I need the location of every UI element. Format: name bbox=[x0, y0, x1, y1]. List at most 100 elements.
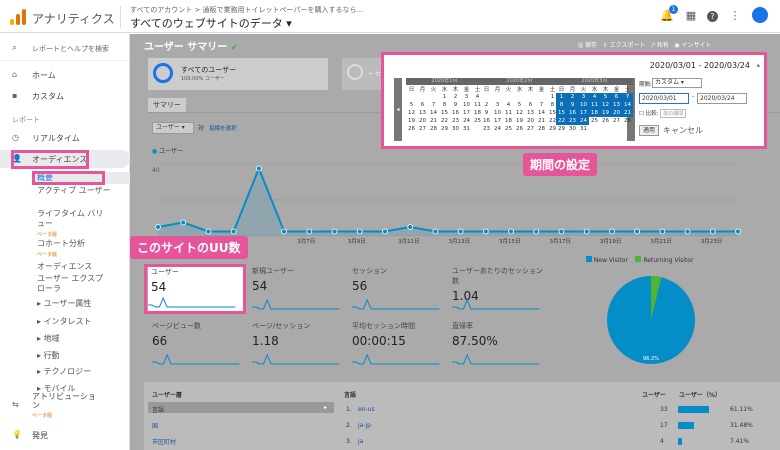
language-link[interactable]: ja-jp bbox=[358, 422, 371, 429]
x-tick-label: 3月13日 bbox=[448, 239, 471, 245]
pie-legend-new: New Visitor bbox=[586, 256, 628, 264]
col-demographics-header: ユーザー層 bbox=[152, 392, 182, 399]
x-tick-label: 3月23日 bbox=[700, 239, 723, 245]
sparkline-line bbox=[452, 298, 540, 310]
search-reports-input[interactable]: レポートとヘルプを検索 bbox=[32, 44, 109, 54]
metric-sparkline bbox=[352, 298, 440, 310]
row-index: 1. bbox=[346, 406, 352, 413]
sidebar-sub-active-users[interactable]: アクティブ ユーザー bbox=[37, 186, 111, 196]
save-button[interactable]: 🖫 保存 bbox=[578, 42, 597, 49]
x-tick-label: 3月19日 bbox=[599, 239, 622, 245]
insights-button[interactable]: ◉ インサイト bbox=[674, 42, 711, 49]
row-pct: 31.48% bbox=[730, 422, 753, 429]
language-link[interactable]: ja bbox=[358, 438, 363, 445]
sidebar-sub-interests[interactable]: ▸ インタレスト bbox=[37, 317, 92, 327]
sidebar-sub-behavior[interactable]: ▸ 行動 bbox=[37, 351, 60, 361]
pie-slice-label: 96.2% bbox=[643, 356, 659, 362]
x-tick-label: 3月9日 bbox=[347, 239, 366, 245]
account-breadcrumb[interactable]: すべてのアカウント > 通販で業務用トイレットペーパーを購入するなら... bbox=[130, 5, 363, 15]
metric-card[interactable]: 平均セッション時間 00:00:15 bbox=[352, 321, 448, 369]
pct-bar bbox=[678, 422, 694, 429]
sparkline-line bbox=[252, 353, 340, 365]
data-point bbox=[155, 224, 161, 230]
data-point bbox=[281, 228, 287, 235]
data-point bbox=[735, 228, 741, 235]
lightbulb-icon: 💡 bbox=[12, 430, 22, 439]
annotation-period-setting: 期間の設定 bbox=[523, 153, 598, 176]
avatar[interactable] bbox=[752, 7, 768, 23]
demographic-country[interactable]: 国 bbox=[152, 421, 158, 430]
app-name: アナリティクス bbox=[32, 12, 115, 26]
segment-pct: 100.00% ユーザー bbox=[181, 76, 225, 82]
segment-card[interactable]: すべてのユーザー 100.00% ユーザー bbox=[148, 58, 328, 90]
demographic-city[interactable]: 市区町村 bbox=[152, 437, 176, 446]
export-button[interactable]: ⇩ エクスポート bbox=[603, 42, 646, 49]
data-point bbox=[508, 228, 514, 235]
data-point bbox=[709, 228, 716, 235]
metric-label: ページ/セッション bbox=[252, 322, 311, 330]
data-point bbox=[432, 228, 439, 235]
top-bar: アナリティクス すべてのアカウント > 通販で業務用トイレットペーパーを購入する… bbox=[0, 0, 780, 33]
vs-label: 対 bbox=[198, 125, 205, 132]
attribution-icon: ⇆ bbox=[12, 400, 19, 409]
sidebar-sub-user-explorer[interactable]: ユーザー エクスプ ローラ bbox=[37, 274, 103, 294]
row-pct: 7.41% bbox=[730, 438, 750, 445]
metric-label: ユーザーあたりのセッション数 bbox=[452, 267, 543, 285]
data-point bbox=[255, 165, 262, 172]
metric-value: 56 bbox=[352, 279, 368, 293]
segment-circle-icon bbox=[153, 63, 173, 83]
language-link[interactable]: en-us bbox=[358, 406, 375, 413]
row-index: 3. bbox=[346, 438, 352, 445]
metric-card[interactable]: 直帰率 87.50% bbox=[452, 321, 548, 369]
x-tick-label: 3月15日 bbox=[499, 239, 521, 245]
data-point bbox=[659, 228, 666, 235]
metric-card[interactable]: ユーザーあたりのセッション数 1.04 bbox=[452, 266, 548, 314]
grid-icon: ▪ bbox=[12, 91, 18, 100]
choose-metric-link[interactable]: 指標を選択 bbox=[209, 124, 237, 132]
metric-card[interactable]: ページビュー数 66 bbox=[152, 321, 248, 369]
data-point bbox=[180, 219, 187, 226]
sidebar-sub-audiences[interactable]: オーディエンス bbox=[37, 262, 92, 272]
audience-highlight-box bbox=[11, 150, 89, 169]
pie-legend: New Visitor Returning Visitor bbox=[586, 256, 693, 264]
metric-card[interactable]: セッション 56 bbox=[352, 266, 448, 314]
toolbar: 🖫 保存 ⇩ エクスポート ⤤ 共有 ◉ インサイト bbox=[578, 40, 712, 51]
row-users: 17 bbox=[660, 422, 668, 429]
demographic-language[interactable]: 言語 bbox=[152, 405, 164, 414]
overview-highlight-box bbox=[32, 171, 105, 185]
tab-summary[interactable]: サマリー bbox=[148, 98, 186, 112]
search-icon: ⌕ bbox=[12, 43, 18, 53]
metric-value: 1.18 bbox=[252, 334, 279, 348]
data-point bbox=[205, 228, 212, 235]
date-panel-highlight-box bbox=[381, 52, 767, 149]
col-language-header: 言語 bbox=[344, 392, 357, 399]
data-point bbox=[331, 228, 338, 235]
metric-card[interactable]: 新規ユーザー 54 bbox=[252, 266, 348, 314]
metric-label: ページビュー数 bbox=[152, 322, 201, 330]
row-users: 33 bbox=[660, 406, 668, 413]
sidebar-sub-user-attributes[interactable]: ▸ ユーザー属性 bbox=[37, 299, 91, 309]
home-icon: ⌂ bbox=[12, 70, 18, 79]
metric-card[interactable]: ページ/セッション 1.18 bbox=[252, 321, 348, 369]
share-button[interactable]: ⤤ 共有 bbox=[651, 42, 668, 49]
property-selector[interactable]: すべてのウェブサイトのデータ ▾ bbox=[130, 15, 292, 31]
sidebar-sub-technology[interactable]: ▸ テクノロジー bbox=[37, 367, 91, 377]
apps-grid-icon[interactable]: ▦ bbox=[684, 9, 698, 23]
sidebar-sub-cohort[interactable]: コホート分析 ベータ版 bbox=[37, 239, 85, 260]
sidebar: ⌕ レポートとヘルプを検索 ⌂ ホーム ▪ カスタム レポート ◷ リアルタイム 👤 オ… bbox=[0, 34, 130, 450]
x-tick-label: 3月17日 bbox=[549, 239, 571, 245]
metric-value: 87.50% bbox=[452, 334, 498, 348]
col-users-pct-header: ユーザー（%） bbox=[679, 392, 721, 399]
sidebar-sub-geo[interactable]: ▸ 地域 bbox=[37, 334, 60, 344]
sidebar-sub-lifetime-value[interactable]: ライフタイム バリ ュー ベータ版 bbox=[37, 209, 103, 240]
metric-select[interactable]: ユーザー ▾ bbox=[152, 122, 194, 134]
settings-menu-icon[interactable]: ⋮ bbox=[728, 9, 742, 23]
data-point bbox=[533, 228, 540, 235]
metric-sparkline bbox=[452, 298, 540, 310]
metric-sparkline bbox=[252, 353, 340, 365]
col-users-header: ユーザー bbox=[642, 392, 666, 399]
metric-label: 平均セッション時間 bbox=[352, 322, 415, 330]
data-point bbox=[306, 228, 313, 235]
help-icon[interactable]: ? bbox=[707, 11, 718, 22]
x-tick-label: 3月11日 bbox=[398, 239, 420, 245]
